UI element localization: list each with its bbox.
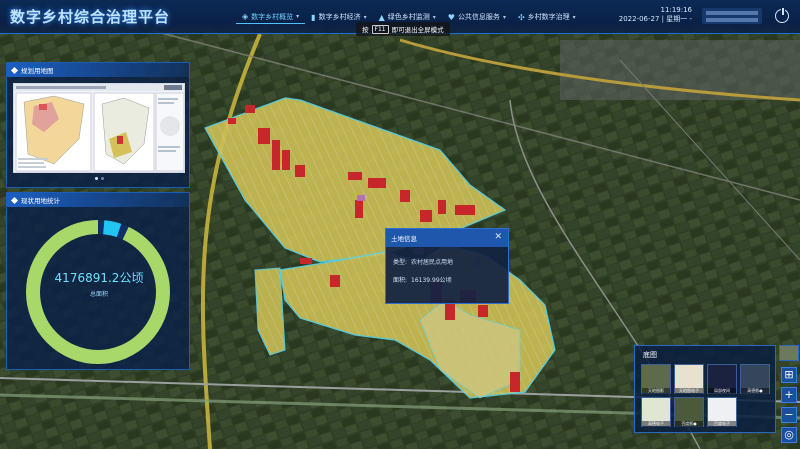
row-label: 类型: bbox=[393, 259, 408, 266]
zoom-in-button[interactable]: + bbox=[781, 387, 797, 403]
app-title: 数字乡村综合治理平台 bbox=[10, 8, 171, 26]
nav-label: 数字乡村概览 bbox=[251, 12, 294, 21]
plan-map-image[interactable] bbox=[13, 83, 185, 173]
leaf-icon: ▲ bbox=[378, 12, 385, 22]
basemap-label: 高德影● bbox=[741, 388, 769, 394]
datetime: 11:19:16 2022-06-27 | 星期一 - bbox=[618, 6, 692, 24]
basemap-label: 百度电子 bbox=[708, 421, 736, 427]
network-icon: ✣ bbox=[517, 12, 525, 22]
panel-header: 规划用地图 bbox=[7, 63, 189, 77]
chevron-down-icon: ▾ bbox=[363, 13, 367, 21]
basemap-option[interactable]: 天地图电子 bbox=[674, 364, 704, 394]
chevron-down-icon: ▾ bbox=[296, 13, 300, 20]
row-label: 面积: bbox=[393, 277, 408, 284]
fullscreen-tip: 按 F11 即可退出全屏模式 bbox=[356, 22, 450, 36]
basemap-label: 天地图影 bbox=[642, 388, 670, 394]
tip-key: F11 bbox=[371, 24, 389, 34]
basemap-option[interactable]: 天地图影 bbox=[641, 364, 671, 394]
popup-row-type: 类型: 农村居民点用地 bbox=[393, 257, 508, 266]
chevron-down-icon: ▾ bbox=[432, 13, 436, 21]
bar-chart-icon: ▮ bbox=[311, 12, 316, 22]
basemap-title: 底图 bbox=[643, 351, 657, 359]
tip-suffix: 即可退出全屏模式 bbox=[391, 26, 444, 34]
panel-header: 现状用地统计 bbox=[7, 193, 189, 207]
basemap-grid: 天地图影 天地图电子 局部夜间 高德影● 高德电子 百度影● 百度电子 bbox=[641, 364, 770, 427]
basemap-option[interactable]: 高德影● bbox=[740, 364, 770, 394]
close-icon[interactable]: ✕ bbox=[494, 233, 502, 242]
layers-icon: ◈ bbox=[242, 12, 249, 21]
nav-label: 数字乡村经济 bbox=[318, 13, 361, 21]
basemap-option[interactable]: 局部夜间 bbox=[707, 364, 737, 394]
locate-icon[interactable]: ◎ bbox=[781, 427, 797, 443]
basemap-option[interactable]: 百度影● bbox=[674, 397, 704, 427]
total-area-label: 总面积 bbox=[89, 291, 108, 298]
row-value: 16139.99公顷 bbox=[411, 277, 452, 284]
panel-title: 规划用地图 bbox=[21, 67, 54, 75]
nav-item-governance[interactable]: ✣ 乡村数字治理 ▾ bbox=[512, 10, 582, 24]
popup-header: 土地信息 ✕ bbox=[386, 229, 508, 247]
user-info[interactable] bbox=[702, 8, 762, 24]
carousel-dots[interactable] bbox=[95, 177, 104, 180]
chevron-down-icon: ▾ bbox=[572, 13, 576, 21]
popup-row-area: 面积: 16139.99公顷 bbox=[393, 275, 508, 284]
nav-item-overview[interactable]: ◈ 数字乡村概览 ▾ bbox=[236, 10, 306, 24]
nav-label: 乡村数字治理 bbox=[527, 13, 570, 21]
grid-icon[interactable]: ⊞ bbox=[781, 367, 797, 383]
zoom-out-button[interactable]: − bbox=[781, 407, 797, 423]
panel-title: 现状用地统计 bbox=[21, 197, 60, 205]
chevron-down-icon: ▾ bbox=[502, 13, 506, 21]
basemap-label: 百度影● bbox=[675, 421, 703, 427]
tip-prefix: 按 bbox=[362, 26, 369, 34]
total-area-value: 4176891.2公顷 bbox=[54, 271, 144, 285]
clock-date: 2022-06-27 | 星期一 - bbox=[618, 15, 692, 23]
basemap-panel: 底图 天地图影 天地图电子 局部夜间 高德影● 高德电子 百度影● 百度电子 bbox=[634, 345, 776, 433]
heart-icon: ♥ bbox=[447, 12, 455, 22]
nav-item-services[interactable]: ♥ 公共信息服务 ▾ bbox=[442, 10, 512, 24]
land-info-popup: 土地信息 ✕ 类型: 农村居民点用地 面积: 16139.99公顷 bbox=[385, 228, 509, 304]
row-value: 农村居民点用地 bbox=[411, 259, 454, 266]
nav-label: 绿色乡村监测 bbox=[387, 13, 430, 21]
plan-map-drawing bbox=[14, 84, 184, 172]
basemap-option[interactable]: 百度电子 bbox=[707, 397, 737, 427]
basemap-thumbnail[interactable] bbox=[779, 345, 799, 361]
basemap-label: 天地图电子 bbox=[675, 388, 703, 394]
nav-label: 公共信息服务 bbox=[457, 13, 500, 21]
basemap-label: 局部夜间 bbox=[708, 388, 736, 394]
plan-map-panel: 规划用地图 bbox=[6, 62, 190, 188]
popup-title: 土地信息 bbox=[391, 235, 417, 243]
power-icon[interactable] bbox=[775, 7, 789, 23]
basemap-option[interactable]: 高德电子 bbox=[641, 397, 671, 427]
diamond-icon bbox=[10, 196, 19, 204]
land-stats-panel: 现状用地统计 4176891.2公顷 总面积 bbox=[6, 192, 190, 370]
basemap-label: 高德电子 bbox=[642, 421, 670, 427]
diamond-icon bbox=[10, 66, 19, 74]
clock-time: 11:19:16 bbox=[660, 6, 692, 14]
